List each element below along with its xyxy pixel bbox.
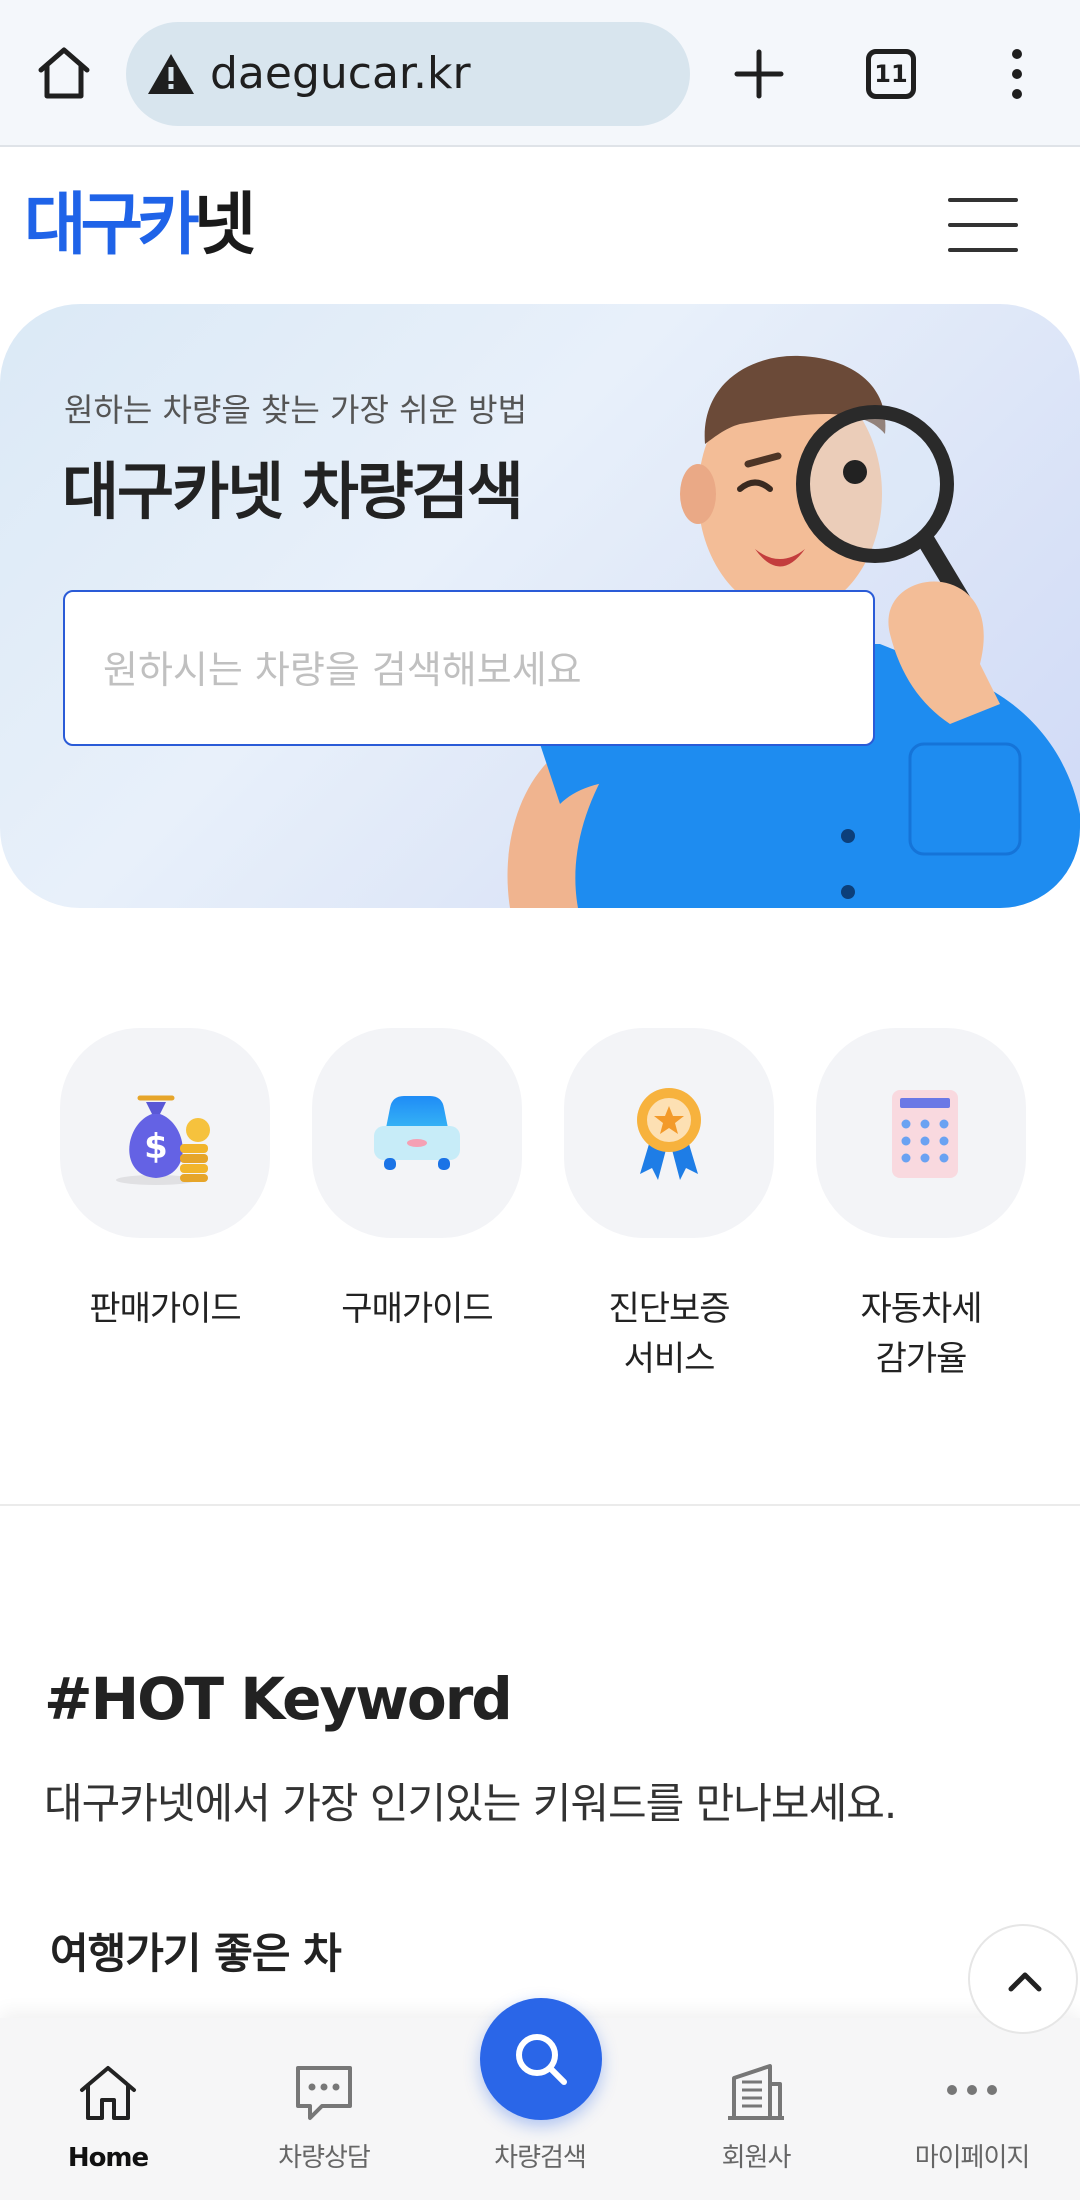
browser-menu-icon[interactable] [1002, 46, 1032, 102]
new-tab-icon[interactable] [734, 46, 784, 102]
quick-item-label-line1: 자동차세 [860, 1289, 982, 1329]
section-divider [0, 1504, 1080, 1506]
hot-keyword-title: #HOT Keyword [44, 1665, 513, 1733]
quick-item-label: 구매가이드 [341, 1289, 493, 1329]
browser-toolbar: daegucar.kr 11 [0, 0, 1080, 147]
quick-item-sell-guide[interactable]: $ 판매가이드 [60, 1028, 270, 1334]
address-bar[interactable]: daegucar.kr [126, 22, 690, 126]
calculator-icon [892, 1090, 958, 1178]
building-icon [728, 2064, 784, 2120]
hero-subtitle: 원하는 차량을 찾는 가장 쉬운 방법 [64, 391, 528, 429]
nav-my-page[interactable]: 마이페이지 [864, 2018, 1080, 2200]
nav-label: 마이페이지 [914, 2143, 1031, 2173]
nav-member-companies[interactable]: 회원사 [648, 2018, 864, 2200]
quick-item-buy-guide[interactable]: 구매가이드 [312, 1028, 522, 1334]
hero-banner: 원하는 차량을 찾는 가장 쉬운 방법 대구카넷 차량검색 [0, 304, 1080, 908]
quick-item-label: 진단보증 서비스 [564, 1284, 774, 1384]
nav-search-button[interactable] [480, 1998, 602, 2120]
award-medal-icon [637, 1088, 701, 1180]
quick-item-label-line1: 진단보증 [608, 1289, 730, 1329]
quick-item-icon-bg[interactable] [312, 1028, 522, 1238]
warning-icon[interactable] [146, 52, 196, 96]
quick-menu: $ 판매가이드 구매가이드 진단보증 서비스 자동차세 감가율 [0, 1028, 1080, 1388]
chevron-up-icon [1008, 1972, 1042, 1992]
quick-item-car-tax-depreciation[interactable]: 자동차세 감가율 [816, 1028, 1026, 1384]
hot-keyword-subtitle: 대구카넷에서 가장 인기있는 키워드를 만나보세요. [44, 1779, 897, 1828]
nav-label: 회원사 [721, 2143, 792, 2173]
hero-search-box[interactable] [63, 590, 875, 746]
quick-item-icon-bg[interactable] [564, 1028, 774, 1238]
logo-part-2: 넷 [193, 186, 257, 265]
hamburger-menu-icon[interactable] [948, 198, 1018, 252]
keyword-group-heading: 여행가기 좋은 차 [50, 1929, 342, 1978]
search-icon [516, 2034, 567, 2085]
nav-label: Home [67, 2143, 149, 2173]
quick-item-icon-bg[interactable] [816, 1028, 1026, 1238]
quick-item-label-line2: 서비스 [623, 1339, 716, 1379]
url-text[interactable]: daegucar.kr [210, 46, 471, 102]
quick-item-label: 판매가이드 [89, 1289, 241, 1329]
nav-consultation[interactable]: 차량상담 [216, 2018, 432, 2200]
svg-text:$: $ [144, 1127, 168, 1167]
more-icon [947, 2085, 997, 2095]
car-icon [374, 1096, 460, 1170]
hero-title: 대구카넷 차량검색 [62, 455, 524, 528]
money-bag-icon: $ [116, 1095, 210, 1185]
nav-home[interactable]: Home [0, 2018, 216, 2200]
home-icon [80, 2066, 136, 2120]
quick-item-label-line2: 감가율 [875, 1339, 968, 1379]
home-icon[interactable] [33, 42, 95, 104]
logo-part-1: 대구카 [24, 186, 200, 265]
tab-switcher-button[interactable]: 11 [866, 49, 916, 99]
quick-item-inspection-warranty[interactable]: 진단보증 서비스 [564, 1028, 774, 1384]
nav-label: 차량상담 [278, 2143, 371, 2173]
site-logo[interactable]: 대구카넷 [24, 186, 257, 266]
scroll-to-top-button[interactable] [968, 1924, 1078, 2034]
chat-icon [296, 2066, 352, 2120]
quick-item-icon-bg[interactable]: $ [60, 1028, 270, 1238]
nav-label: 차량검색 [494, 2143, 587, 2173]
quick-item-label: 자동차세 감가율 [816, 1284, 1026, 1384]
vehicle-search-input[interactable] [103, 640, 823, 700]
